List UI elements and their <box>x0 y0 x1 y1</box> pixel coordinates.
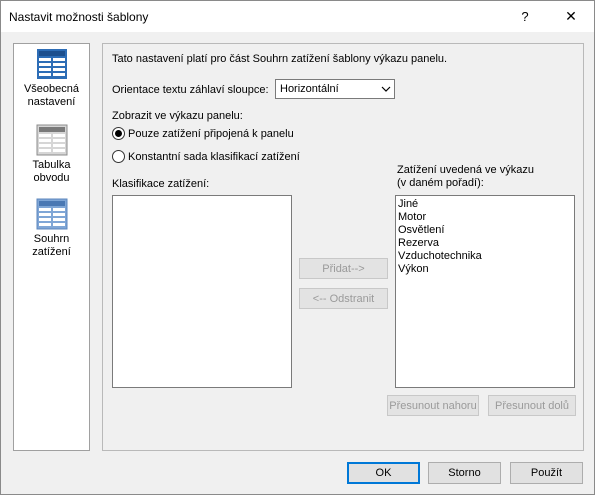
cancel-button[interactable]: Storno <box>428 462 501 484</box>
classifications-label: Klasifikace zatížení: <box>112 178 210 190</box>
listed-loads-list[interactable]: Jiné Motor Osvětlení Rezerva Vzduchotech… <box>395 195 575 388</box>
list-item[interactable]: Jiné <box>396 198 574 211</box>
sidebar-item-load-summary[interactable]: Souhrn zatížení <box>14 198 89 259</box>
remove-button[interactable]: <-- Odstranit <box>299 288 388 309</box>
sidebar-item-label: Tabulka obvodu <box>32 159 71 184</box>
sidebar-item-circuit-table[interactable]: Tabulka obvodu <box>14 124 89 185</box>
radio-connected-loads[interactable]: Pouze zatížení připojená k panelu <box>112 127 294 140</box>
move-up-button[interactable]: Přesunout nahoru <box>387 395 479 416</box>
help-button[interactable]: ? <box>502 1 548 32</box>
listed-label-line1: Zatížení uvedená ve výkazu <box>397 164 534 176</box>
list-item[interactable]: Motor <box>396 211 574 224</box>
radio-dot <box>115 130 122 137</box>
close-icon: ✕ <box>565 8 577 24</box>
general-settings-icon <box>36 49 67 79</box>
radio-constant-set[interactable]: Konstantní sada klasifikací zatížení <box>112 150 300 163</box>
listed-label-line2: (v daném pořadí): <box>397 177 484 189</box>
list-item[interactable]: Osvětlení <box>396 224 574 237</box>
radio-indicator <box>112 150 125 163</box>
add-button[interactable]: Přidat--> <box>299 258 388 279</box>
move-down-button[interactable]: Přesunout dolů <box>488 395 576 416</box>
display-label: Zobrazit ve výkazu panelu: <box>112 110 243 122</box>
chevron-down-icon <box>381 86 391 92</box>
classifications-list[interactable] <box>112 195 292 388</box>
radio-indicator <box>112 127 125 140</box>
load-summary-icon <box>36 198 67 230</box>
sidebar-item-label: Souhrn zatížení <box>32 233 71 258</box>
title-bar: Nastavit možnosti šablony ? ✕ <box>1 1 594 32</box>
panel-description: Tato nastavení platí pro část Souhrn zat… <box>112 53 448 65</box>
circuit-table-icon <box>36 124 67 156</box>
dialog-title: Nastavit možnosti šablony <box>9 10 149 24</box>
radio-constant-label: Konstantní sada klasifikací zatížení <box>128 150 300 163</box>
settings-panel: Tato nastavení platí pro část Souhrn zat… <box>102 43 584 451</box>
list-item[interactable]: Rezerva <box>396 237 574 250</box>
list-item[interactable]: Výkon <box>396 263 574 276</box>
close-button[interactable]: ✕ <box>548 1 594 32</box>
sidebar-item-label: Všeobecná nastavení <box>23 83 80 108</box>
ok-button[interactable]: OK <box>347 462 420 484</box>
radio-connected-label: Pouze zatížení připojená k panelu <box>128 127 294 140</box>
orientation-value: Horizontální <box>280 83 339 95</box>
category-sidebar: Všeobecná nastavení Tabulka obvodu Souhr… <box>13 43 90 451</box>
list-item[interactable]: Vzduchotechnika <box>396 250 574 263</box>
apply-button[interactable]: Použít <box>510 462 583 484</box>
orientation-label: Orientace textu záhlaví sloupce: <box>112 84 269 96</box>
dialog-window: Nastavit možnosti šablony ? ✕ Všeobecná … <box>0 0 595 495</box>
sidebar-item-general[interactable]: Všeobecná nastavení <box>14 48 89 109</box>
orientation-dropdown[interactable]: Horizontální <box>275 79 395 99</box>
